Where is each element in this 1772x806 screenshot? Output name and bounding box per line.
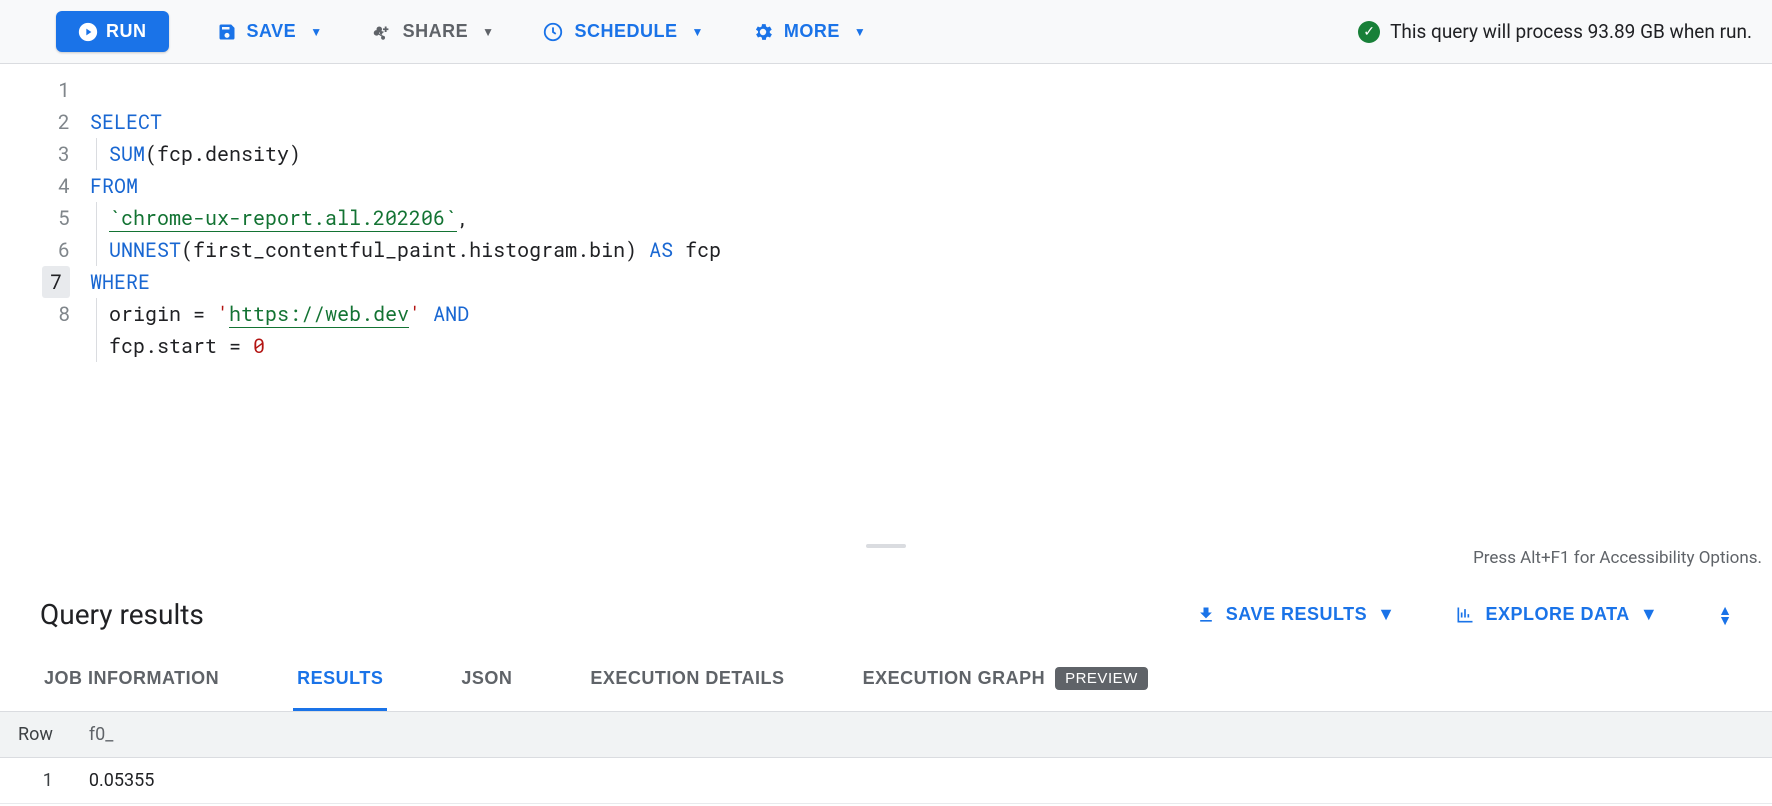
col-row: Row <box>0 712 71 758</box>
check-circle-icon: ✓ <box>1358 21 1380 43</box>
save-results-label: SAVE RESULTS <box>1226 604 1367 625</box>
query-toolbar: RUN SAVE ▼ SHARE ▼ SCHEDULE ▼ MORE ▼ ✓ T… <box>0 0 1772 64</box>
cell-value: 0.05355 <box>71 758 201 804</box>
save-results-button[interactable]: SAVE RESULTS ▼ <box>1196 604 1396 625</box>
query-status: ✓ This query will process 93.89 GB when … <box>1358 20 1752 43</box>
share-button[interactable]: SHARE ▼ <box>371 21 495 43</box>
play-icon <box>78 22 98 42</box>
download-icon <box>1196 605 1216 625</box>
results-header: Query results SAVE RESULTS ▼ EXPLORE DAT… <box>0 574 1772 649</box>
schedule-label: SCHEDULE <box>574 21 677 42</box>
chart-icon <box>1455 605 1475 625</box>
col-f0: f0_ <box>71 712 201 758</box>
results-table: Row f0_ 1 0.05355 <box>0 712 1772 804</box>
explore-data-button[interactable]: EXPLORE DATA ▼ <box>1455 604 1658 625</box>
save-button[interactable]: SAVE ▼ <box>217 21 323 42</box>
run-label: RUN <box>106 21 147 42</box>
editor-footer: Press Alt+F1 for Accessibility Options. <box>0 546 1772 574</box>
save-label: SAVE <box>247 21 297 42</box>
resize-handle[interactable] <box>0 536 1772 546</box>
share-label: SHARE <box>403 21 469 42</box>
schedule-button[interactable]: SCHEDULE ▼ <box>542 21 703 43</box>
explore-data-label: EXPLORE DATA <box>1485 604 1629 625</box>
tab-execution-details[interactable]: EXECUTION DETAILS <box>586 649 788 711</box>
chevron-down-icon: ▼ <box>692 25 704 39</box>
sql-editor[interactable]: 1 2 3 4 5 6 7 8 SELECT SUM(fcp.density) … <box>0 64 1772 536</box>
table-row[interactable]: 1 0.05355 <box>0 758 1772 804</box>
chevron-down-icon: ▼ <box>854 25 866 39</box>
preview-badge: PREVIEW <box>1055 667 1148 690</box>
results-title: Query results <box>40 598 204 631</box>
chevron-down-icon: ▼ <box>1640 604 1658 625</box>
status-text: This query will process 93.89 GB when ru… <box>1390 20 1752 43</box>
chevron-down-icon: ▼ <box>1718 615 1732 625</box>
tab-json[interactable]: JSON <box>457 649 516 711</box>
line-gutter: 1 2 3 4 5 6 7 8 <box>0 64 90 536</box>
table-header-row: Row f0_ <box>0 712 1772 758</box>
run-button[interactable]: RUN <box>56 11 169 52</box>
tab-results[interactable]: RESULTS <box>293 649 387 711</box>
save-icon <box>217 22 237 42</box>
chevron-down-icon: ▼ <box>482 25 494 39</box>
clock-icon <box>542 21 564 43</box>
results-tabs: JOB INFORMATION RESULTS JSON EXECUTION D… <box>0 649 1772 712</box>
chevron-down-icon: ▼ <box>310 25 322 39</box>
more-button[interactable]: MORE ▼ <box>752 21 866 43</box>
expand-collapse-button[interactable]: ▲ ▼ <box>1718 605 1732 625</box>
tab-job-information[interactable]: JOB INFORMATION <box>40 649 223 711</box>
chevron-down-icon: ▼ <box>1377 604 1395 625</box>
cell-rownum: 1 <box>0 758 71 804</box>
col-empty <box>201 712 1772 758</box>
tab-execution-graph[interactable]: EXECUTION GRAPH PREVIEW <box>859 649 1152 711</box>
share-icon <box>371 21 393 43</box>
gear-icon <box>752 21 774 43</box>
code-area[interactable]: SELECT SUM(fcp.density) FROM `chrome-ux-… <box>90 64 1772 536</box>
more-label: MORE <box>784 21 840 42</box>
